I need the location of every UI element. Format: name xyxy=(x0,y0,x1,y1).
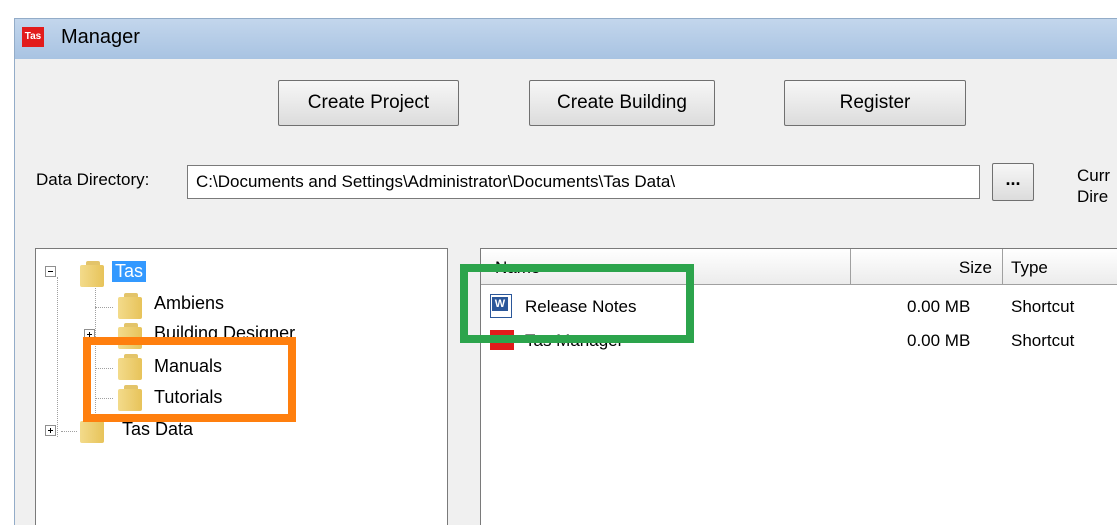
highlight-box-green xyxy=(460,264,694,343)
collapse-icon[interactable] xyxy=(45,266,56,277)
manager-window: Tas Manager Create Project Create Buildi… xyxy=(0,0,1117,525)
column-header-type[interactable]: Type xyxy=(1003,249,1117,285)
window-title: Manager xyxy=(61,26,140,48)
create-project-button[interactable]: Create Project xyxy=(278,80,459,126)
data-directory-label: Data Directory: xyxy=(36,170,150,189)
tree-connector xyxy=(95,307,113,308)
list-item-type: Shortcut xyxy=(1011,297,1075,316)
list-item-size: 0.00 MB xyxy=(907,331,971,350)
highlight-box-orange xyxy=(83,337,296,422)
current-directory-label-line2: Dire xyxy=(1077,187,1109,206)
data-directory-input[interactable]: C:\Documents and Settings\Administrator\… xyxy=(187,165,980,199)
list-item-type: Shortcut xyxy=(1011,331,1075,350)
register-button[interactable]: Register xyxy=(784,80,966,126)
tree-connector xyxy=(57,277,58,437)
create-building-button[interactable]: Create Building xyxy=(529,80,715,126)
folder-icon xyxy=(80,261,104,287)
expand-icon[interactable] xyxy=(45,425,56,436)
tree-item-ambiens[interactable]: Ambiens xyxy=(154,293,224,314)
current-directory-label-line1: Curr xyxy=(1077,166,1111,185)
title-bar[interactable]: Tas Manager xyxy=(14,18,1117,59)
tree-item-tas[interactable]: Tas xyxy=(112,261,147,282)
browse-button[interactable]: ... xyxy=(992,163,1034,201)
column-header-size[interactable]: Size xyxy=(851,249,1003,285)
tree-item-tas-data[interactable]: Tas Data xyxy=(122,419,193,440)
tree-connector xyxy=(61,431,77,432)
tas-app-icon: Tas xyxy=(22,27,44,47)
list-item-size: 0.00 MB xyxy=(907,297,971,316)
folder-icon xyxy=(118,293,142,319)
